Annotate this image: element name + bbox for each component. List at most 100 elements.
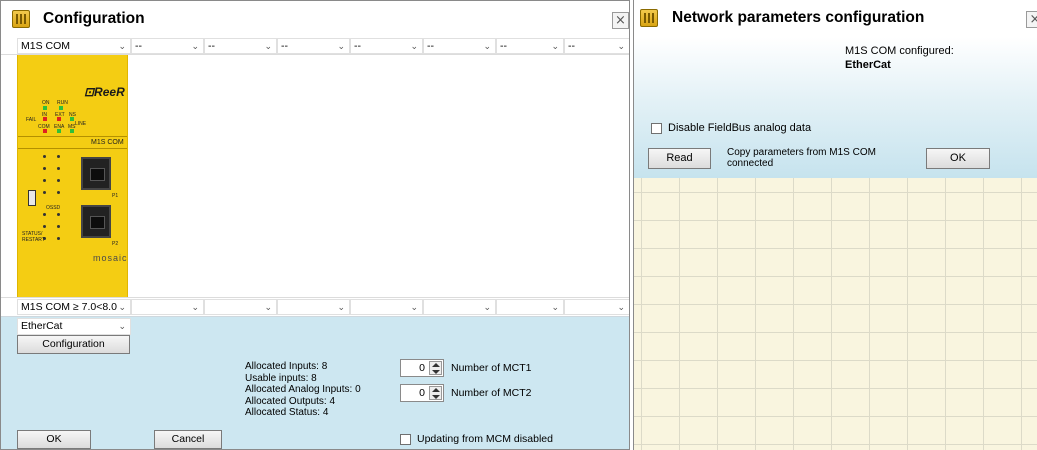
allocation-info: Allocated Inputs: 8 Usable inputs: 8 All…: [245, 361, 361, 419]
terminal-dot: [43, 179, 46, 182]
ethernet-port-p2-icon: [81, 205, 111, 238]
copy-parameters-text: Copy parameters from M1S COM connected: [727, 147, 876, 169]
app-icon: [640, 9, 658, 27]
fieldbus-select-value: EtherCat: [21, 320, 63, 332]
ok-button[interactable]: OK: [17, 430, 91, 449]
reer-logo: ⊡ReeR: [84, 85, 125, 99]
terminal-dot: [43, 191, 46, 194]
firmware-select-2[interactable]: ⌄: [131, 299, 204, 315]
network-config-panel: M1S COM configured: EtherCat Disable Fie…: [634, 37, 1037, 178]
firmware-select-5[interactable]: ⌄: [350, 299, 423, 315]
configured-protocol: EtherCat: [845, 59, 891, 71]
slot-select-8-value: --: [568, 40, 575, 52]
configuration-titlebar: Configuration ×: [1, 1, 629, 38]
slot-select-5[interactable]: -- ⌄: [350, 38, 423, 54]
read-button[interactable]: Read: [648, 148, 711, 169]
led-ena: [57, 129, 61, 133]
network-titlebar: Network parameters configuration ×: [634, 0, 1037, 37]
firmware-select-7[interactable]: ⌄: [496, 299, 564, 315]
ossd-label: OSSD: [46, 205, 61, 211]
app-icon: [12, 10, 30, 28]
close-icon[interactable]: ×: [612, 12, 629, 29]
chevron-down-icon: ⌄: [264, 302, 272, 312]
network-ok-button[interactable]: OK: [926, 148, 990, 169]
firmware-select-3[interactable]: ⌄: [204, 299, 277, 315]
led-com: [43, 129, 47, 133]
usb-port-icon: [28, 190, 36, 206]
chevron-down-icon: ⌄: [337, 41, 345, 51]
slot-selector-bar-top: M1S COM ⌄ -- ⌄ -- ⌄ -- ⌄ -- ⌄ -- ⌄ -- ⌄ -- ⌄: [1, 38, 629, 55]
terminal-dot: [57, 213, 60, 216]
allocated-analog-inputs-text: Allocated Analog Inputs: 0: [245, 384, 361, 396]
chevron-down-icon: ⌄: [551, 41, 559, 51]
slot-select-3-value: --: [208, 40, 215, 52]
fieldbus-select[interactable]: EtherCat ⌄: [17, 318, 131, 335]
slot-select-2-value: --: [135, 40, 142, 52]
chevron-down-icon: ⌄: [551, 302, 559, 312]
chevron-down-icon: ⌄: [617, 41, 625, 51]
slot-select-5-value: --: [354, 40, 361, 52]
module-divider: [18, 136, 127, 137]
slot-select-6[interactable]: -- ⌄: [423, 38, 496, 54]
chevron-down-icon: ⌄: [118, 41, 126, 51]
mosaic-logo: mosaic: [93, 253, 128, 263]
port-label-p2: P2: [112, 241, 119, 247]
chevron-down-icon: ⌄: [118, 302, 126, 312]
firmware-select[interactable]: M1S COM ≥ 7.0<8.0 ⌄: [17, 299, 131, 315]
configuration-title: Configuration: [43, 10, 145, 27]
mct1-value: 0: [419, 362, 425, 374]
slot-select-7-value: --: [500, 40, 507, 52]
mct1-stepper[interactable]: 0: [400, 359, 444, 377]
slot-select-7[interactable]: -- ⌄: [496, 38, 564, 54]
disable-analog-label: Disable FieldBus analog data: [668, 122, 812, 134]
cancel-button[interactable]: Cancel: [154, 430, 222, 449]
mct1-label: Number of MCT1: [451, 362, 532, 374]
slot-select-2[interactable]: -- ⌄: [131, 38, 204, 54]
slot-selector-bar-bottom: M1S COM ≥ 7.0<8.0 ⌄ ⌄ ⌄ ⌄ ⌄ ⌄ ⌄ ⌄: [1, 297, 629, 317]
network-title: Network parameters configuration: [672, 9, 925, 26]
terminal-dot: [57, 237, 60, 240]
allocated-status-text: Allocated Status: 4: [245, 407, 329, 419]
network-parameters-window: Network parameters configuration × M1S C…: [633, 0, 1037, 450]
updating-checkbox[interactable]: [400, 434, 411, 445]
led-label-fail: FAIL: [26, 117, 37, 123]
terminal-dot: [43, 155, 46, 158]
terminal-dot: [43, 167, 46, 170]
chevron-down-icon: ⌄: [617, 302, 625, 312]
slot-select-4[interactable]: -- ⌄: [277, 38, 350, 54]
port-label-p1: P1: [112, 193, 119, 199]
m1s-com-module[interactable]: ⊡ReeR ON RUN IN EXT NS FAIL COM ENA MS L…: [17, 55, 128, 297]
restart-label: RESTART: [22, 237, 45, 243]
mct2-stepper[interactable]: 0: [400, 384, 444, 402]
slot-select-8[interactable]: -- ⌄: [564, 38, 629, 54]
slot-select-3[interactable]: -- ⌄: [204, 38, 277, 54]
terminal-dot: [57, 225, 60, 228]
terminal-dot: [43, 213, 46, 216]
firmware-select-8[interactable]: ⌄: [564, 299, 629, 315]
usable-inputs-text: Usable inputs: 8: [245, 372, 317, 384]
chevron-down-icon: ⌄: [483, 41, 491, 51]
close-icon[interactable]: ×: [1026, 11, 1037, 28]
configured-label: M1S COM configured:: [845, 45, 954, 57]
stepper-arrows-icon[interactable]: [429, 361, 442, 375]
logic-grid-area[interactable]: [634, 178, 1037, 450]
firmware-select-6[interactable]: ⌄: [423, 299, 496, 315]
mct2-value: 0: [419, 387, 425, 399]
led-run: [59, 106, 63, 110]
chevron-down-icon: ⌄: [483, 302, 491, 312]
allocated-outputs-text: Allocated Outputs: 4: [245, 395, 336, 407]
terminal-dot: [57, 191, 60, 194]
disable-analog-checkbox[interactable]: [651, 123, 662, 134]
stepper-arrows-icon[interactable]: [429, 386, 442, 400]
chevron-down-icon: ⌄: [118, 321, 126, 331]
chevron-down-icon: ⌄: [410, 41, 418, 51]
copy-parameters-line-1: Copy parameters from M1S COM: [727, 147, 876, 158]
configuration-button[interactable]: Configuration: [17, 335, 130, 354]
copy-parameters-line-2: connected: [727, 158, 774, 169]
terminal-dot: [43, 225, 46, 228]
slot-select-1[interactable]: M1S COM ⌄: [17, 38, 131, 54]
chevron-down-icon: ⌄: [337, 302, 345, 312]
slot-select-4-value: --: [281, 40, 288, 52]
terminal-dot: [57, 179, 60, 182]
firmware-select-4[interactable]: ⌄: [277, 299, 350, 315]
